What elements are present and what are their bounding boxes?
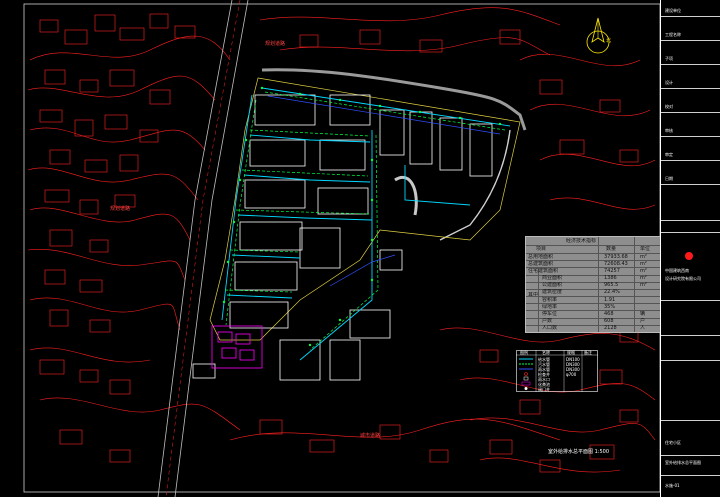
title-block: 建设单位工程名称子项设计校对审核审定日期 中国建筑西南 设计研究院有限公司 住宅…: [660, 0, 720, 497]
econ-row-name: 建筑密度: [542, 289, 563, 296]
econ-row-name: 绿地率: [542, 303, 558, 310]
econ-row-unit: 人: [640, 325, 646, 332]
title-block-field: 工程名称: [665, 32, 681, 37]
econ-row-name: 公建面积: [542, 282, 563, 289]
econ-row-value: 2128: [604, 325, 617, 332]
econ-row-value: 1386: [604, 275, 617, 282]
legend-header-name: 名称: [542, 350, 550, 355]
title-block-divider: [661, 184, 720, 185]
road-label-3: 规划道路: [110, 206, 131, 212]
title-block-divider: [661, 88, 720, 89]
econ-row-unit: 辆: [640, 310, 646, 317]
econ-row-unit: 户: [640, 318, 646, 325]
legend-table: 图例 名称 规格 备注 给水管 DN100 污水管 DN300 雨水管 DN300 检查井 φ…: [516, 350, 598, 392]
title-block-field: 子项: [665, 56, 673, 61]
econ-header-item: 项目: [536, 246, 547, 252]
title-block-divider: [661, 16, 720, 17]
drawing-number: 水施-01: [665, 483, 680, 488]
title-block-divider: [661, 136, 720, 137]
econ-table-title: 经济技术指标: [566, 238, 597, 244]
econ-group-label: 其中: [528, 292, 539, 298]
title-block-field: 日期: [665, 176, 673, 181]
econ-row-name: 总建筑面积: [528, 260, 554, 267]
north-label: 北: [606, 38, 612, 44]
econ-row-value: 1.91: [604, 296, 616, 303]
econ-row-name: 住宅建筑面积: [528, 267, 559, 274]
drawing-name: 室外给排水总平面图: [665, 460, 701, 465]
econ-row-name: 总用地面积: [528, 253, 554, 260]
legend-header-symbol: 图例: [520, 350, 528, 355]
company-name-2: 设计研究院有限公司: [665, 276, 701, 281]
econ-row-unit: m²: [640, 260, 647, 267]
title-block-divider: [661, 40, 720, 41]
econ-row-value: 35%: [604, 303, 616, 310]
title-block-field: 建设单位: [665, 8, 681, 13]
econ-row-unit: m²: [640, 275, 647, 282]
econ-row-value: 74257: [604, 267, 620, 274]
title-block-field: 设计: [665, 80, 673, 85]
legend-header-spec: 规格: [567, 350, 575, 355]
econ-row-value: 468: [604, 310, 614, 317]
company-name: 中国建筑西南: [665, 268, 689, 273]
econ-row-name: 户数: [542, 318, 553, 325]
plan-title: 室外给排水总平面图 1:500: [548, 449, 610, 455]
econ-header-value: 数量: [606, 246, 617, 252]
econ-row-unit: m²: [640, 267, 647, 274]
econ-row-value: 22.4%: [604, 289, 620, 296]
econ-row-name: 停车位: [542, 310, 558, 317]
road-label-1: 规划道路: [265, 41, 286, 47]
title-block-divider: [661, 160, 720, 161]
title-block-divider: [661, 112, 720, 113]
legend-header-note: 备注: [584, 350, 592, 355]
title-block-field: 审核: [665, 128, 673, 133]
title-block-divider: [661, 64, 720, 65]
project-name: 住宅小区: [665, 440, 681, 445]
econ-header-unit: 单位: [640, 246, 651, 252]
econ-table: 经济技术指标 项目 数量 单位 其中 总用地面积 37933.68 m² 总建筑面积 7…: [525, 236, 661, 333]
company-logo-icon: [685, 252, 693, 260]
north-arrow-icon: [586, 17, 610, 54]
title-block-field: 校对: [665, 104, 673, 109]
econ-row-value: 37933.68: [604, 253, 628, 260]
econ-row-unit: m²: [640, 282, 647, 289]
econ-row-value: 608: [604, 318, 614, 325]
econ-row-name: 人口数: [542, 325, 558, 332]
econ-row-name: 容积率: [542, 296, 558, 303]
econ-row-value: 965.5: [604, 282, 619, 289]
title-block-field: 审定: [665, 152, 673, 157]
econ-row-value: 72608.43: [604, 260, 628, 267]
econ-row-name: 商业面积: [542, 275, 563, 282]
legend-row-spec: φ700: [566, 371, 577, 377]
road-label-2: 城市道路: [360, 433, 381, 439]
legend-row-name: 阀门井: [538, 386, 550, 392]
econ-row-unit: m²: [640, 253, 647, 260]
